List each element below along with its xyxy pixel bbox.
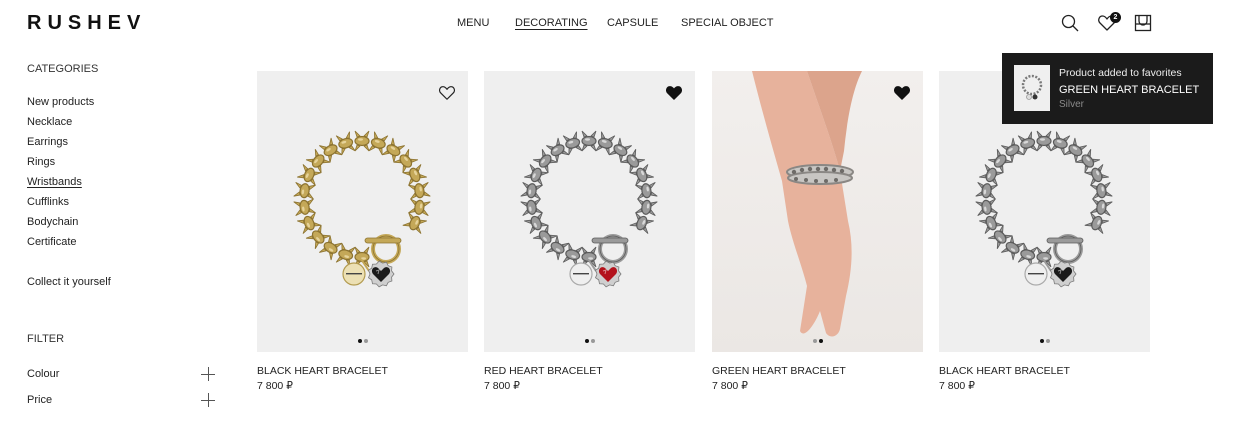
image-slider-dots[interactable] [939, 339, 1150, 343]
category-necklace[interactable]: Necklace [27, 116, 94, 136]
slider-dot[interactable] [1039, 339, 1044, 343]
category-label: Earrings [27, 136, 68, 148]
plus-icon[interactable] [201, 367, 215, 381]
category-certificate[interactable]: Certificate [27, 236, 94, 256]
category-bodychain[interactable]: Bodychain [27, 216, 94, 236]
product-name[interactable]: GREEN HEART BRACELET [712, 365, 846, 377]
nav-capsule[interactable]: CAPSULE [607, 17, 658, 29]
category-label: Necklace [27, 116, 73, 128]
product-card[interactable]: BLACK HEART BRACELET 7 800 ₽ [257, 71, 468, 396]
product-card[interactable]: RED HEART BRACELET 7 800 ₽ [484, 71, 695, 396]
slider-dot[interactable] [363, 339, 368, 343]
product-price: 7 800 ₽ [484, 380, 520, 392]
filter-heading: FILTER [27, 333, 65, 345]
main-nav: MENU DECORATING CAPSULE SPECIAL OBJECT [0, 17, 1235, 31]
category-label: Rings [27, 156, 56, 168]
image-slider-dots[interactable] [712, 339, 923, 343]
hand-wearing-bracelet-image [752, 71, 862, 337]
slider-dot[interactable] [584, 339, 589, 343]
category-list: New products Necklace Earrings Rings Wri… [27, 96, 94, 256]
category-label: Wristbands [27, 176, 82, 188]
filter-colour-toggle[interactable]: Colour [27, 367, 215, 383]
product-image[interactable] [712, 71, 923, 352]
bracelet-image [520, 130, 658, 288]
slider-dot[interactable] [357, 339, 362, 343]
slider-dot[interactable] [590, 339, 595, 343]
product-name[interactable]: RED HEART BRACELET [484, 365, 603, 377]
heart-filled-icon[interactable] [665, 84, 683, 101]
search-icon[interactable] [1060, 13, 1080, 33]
image-slider-dots[interactable] [484, 339, 695, 343]
toast-product-thumbnail [1014, 65, 1050, 111]
category-new-products[interactable]: New products [27, 96, 94, 116]
categories-heading: CATEGORIES [27, 63, 99, 75]
product-card[interactable]: GREEN HEART BRACELET 7 800 ₽ [712, 71, 923, 396]
category-label: New products [27, 96, 95, 108]
toast-product-name: GREEN HEART BRACELET [1059, 84, 1200, 96]
filter-colour-label: Colour [27, 368, 60, 380]
favorites-count-badge: 2 [1110, 12, 1121, 23]
image-slider-dots[interactable] [257, 339, 468, 343]
toast-product-variant: Silver [1059, 99, 1085, 110]
heart-outline-icon[interactable] [438, 84, 456, 101]
category-rings[interactable]: Rings [27, 156, 94, 176]
product-name[interactable]: BLACK HEART BRACELET [257, 365, 388, 377]
category-cufflinks[interactable]: Cufflinks [27, 196, 94, 216]
category-wristbands[interactable]: Wristbands [27, 176, 94, 196]
nav-special-object[interactable]: SPECIAL OBJECT [681, 17, 774, 29]
plus-icon[interactable] [201, 393, 215, 407]
slider-dot[interactable] [1045, 339, 1050, 343]
nav-menu[interactable]: MENU [457, 17, 489, 29]
slider-dot[interactable] [818, 339, 823, 343]
nav-decorating[interactable]: DECORATING [515, 17, 588, 29]
product-price: 7 800 ₽ [712, 380, 748, 392]
toast-title: Product added to favorites [1059, 67, 1182, 79]
cart-icon[interactable] [1133, 13, 1153, 33]
product-image[interactable] [257, 71, 468, 352]
product-image[interactable] [484, 71, 695, 352]
collect-it-yourself-link[interactable]: Collect it yourself [27, 276, 111, 288]
product-price: 7 800 ₽ [257, 380, 293, 392]
heart-filled-icon[interactable] [893, 84, 911, 101]
category-earrings[interactable]: Earrings [27, 136, 94, 156]
favorites-toast: Product added to favorites GREEN HEART B… [1002, 53, 1213, 124]
slider-dot[interactable] [812, 339, 817, 343]
category-label: Certificate [27, 236, 77, 248]
filter-price-label: Price [27, 394, 53, 406]
product-name[interactable]: BLACK HEART BRACELET [939, 365, 1070, 377]
category-label: Bodychain [27, 216, 79, 228]
category-label: Cufflinks [27, 196, 69, 208]
filter-price-toggle[interactable]: Price [27, 393, 215, 409]
product-price: 7 800 ₽ [939, 380, 975, 392]
bracelet-image [293, 130, 431, 288]
